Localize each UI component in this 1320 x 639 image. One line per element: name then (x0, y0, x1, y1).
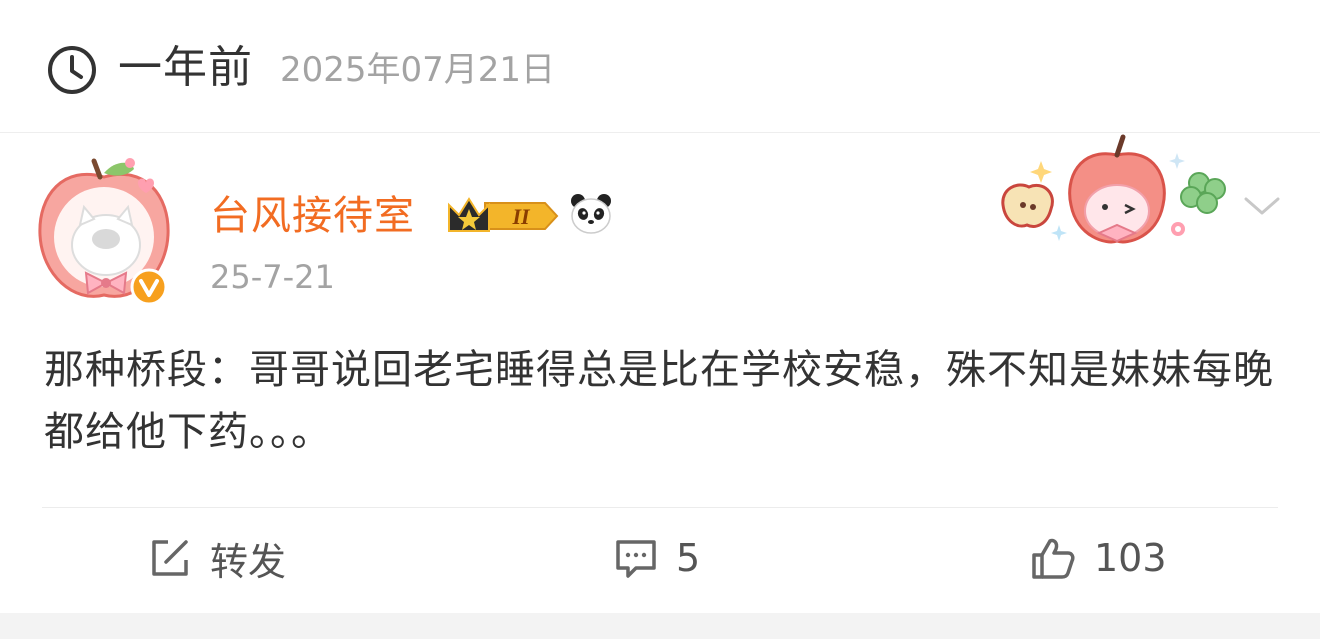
panda-icon (571, 194, 611, 234)
action-bar: 转发 5 103 (0, 513, 1320, 603)
repost-icon (152, 540, 188, 576)
crown-level-badge-icon[interactable]: II (445, 193, 563, 239)
apple-decoration-icon (1001, 134, 1226, 244)
comment-icon (616, 540, 656, 578)
comment-button[interactable]: 5 (614, 513, 700, 603)
repost-button[interactable]: 转发 (148, 513, 286, 603)
verified-v-icon (130, 268, 168, 306)
memory-relative-time: 一年前 (118, 42, 253, 93)
bottom-separator (0, 613, 1320, 639)
level-badge-text: II (511, 204, 531, 229)
like-count: 103 (1094, 536, 1167, 580)
thumbs-up-icon (1032, 538, 1075, 579)
like-button[interactable]: 103 (1030, 513, 1167, 603)
divider (42, 507, 1278, 508)
post-text: 那种桥段：哥哥说回老宅睡得总是比在学校安稳，殊不知是妹妹每晚都给他下药。。。 (44, 347, 1274, 455)
username[interactable]: 台风接待室 (210, 188, 415, 244)
post-time: 25-7-21 (210, 258, 335, 296)
chevron-down-icon[interactable] (1242, 193, 1282, 219)
memory-header: 一年前 2025年07月21日 (0, 0, 1320, 132)
repost-label: 转发 (210, 539, 287, 584)
comment-count: 5 (676, 536, 701, 580)
post-card[interactable]: 台风接待室 II 25-7-21 那种桥段：哥哥说回老宅睡得总是比在学校安稳，殊… (0, 133, 1320, 613)
clock-icon (48, 46, 96, 94)
memory-date: 2025年07月21日 (280, 50, 556, 90)
